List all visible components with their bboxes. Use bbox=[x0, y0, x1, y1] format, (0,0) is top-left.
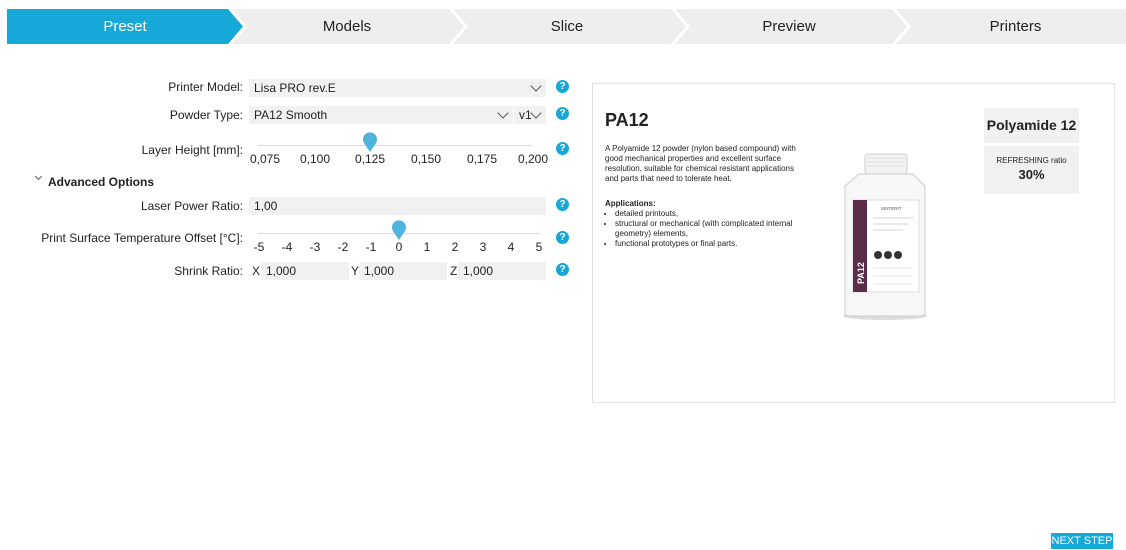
laser-power-input[interactable]: 1,00 bbox=[249, 197, 546, 215]
powder-bottle-image: PA12 SINTERIT bbox=[843, 153, 927, 320]
refreshing-value: 30% bbox=[1018, 167, 1045, 182]
tick-label: 0,125 bbox=[354, 152, 386, 166]
shrink-ratio-label: Shrink Ratio: bbox=[174, 264, 243, 278]
list-item: detailed printouts, bbox=[615, 209, 815, 219]
shrink-z-label: Z bbox=[450, 264, 458, 278]
step-preset[interactable]: Preset bbox=[7, 9, 243, 44]
powder-type-label: Powder Type: bbox=[169, 108, 243, 122]
badge-title: Polyamide 12 bbox=[986, 117, 1077, 133]
advanced-options-label: Advanced Options bbox=[48, 175, 155, 189]
help-icon[interactable]: ? bbox=[556, 142, 569, 155]
material-panel: PA12 A Polyamide 12 powder (nylon based … bbox=[592, 83, 1115, 403]
powder-version-select[interactable]: v1 bbox=[514, 106, 546, 124]
applications-title: Applications: bbox=[605, 199, 656, 208]
chevron-down-icon bbox=[34, 172, 43, 181]
help-icon[interactable]: ? bbox=[556, 107, 569, 120]
step-printers[interactable]: Printers bbox=[905, 9, 1126, 44]
chevron-down-icon bbox=[530, 80, 542, 92]
tick-label: 0,100 bbox=[299, 152, 331, 166]
help-icon[interactable]: ? bbox=[556, 231, 569, 244]
next-step-button[interactable]: NEXT STEP bbox=[1051, 533, 1113, 549]
slider-thumb[interactable] bbox=[362, 132, 378, 152]
shrink-z-input[interactable]: 1,000 bbox=[458, 262, 546, 280]
list-item: functional prototypes or final parts. bbox=[615, 239, 815, 249]
chevron-down-icon bbox=[530, 107, 542, 119]
tick-label: 0,200 bbox=[517, 152, 549, 166]
layer-height-label: Layer Height [mm]: bbox=[141, 143, 243, 157]
tick-label: 0,175 bbox=[466, 152, 498, 166]
temp-offset-label: Print Surface Temperature Offset [°C]: bbox=[41, 231, 243, 245]
shrink-y-label: Y bbox=[351, 264, 360, 278]
powder-type-select[interactable]: PA12 Smooth bbox=[249, 106, 513, 124]
help-icon[interactable]: ? bbox=[556, 263, 569, 276]
shrink-z-value: 1,000 bbox=[463, 264, 494, 278]
material-badge: Polyamide 12 bbox=[984, 108, 1079, 143]
material-title: PA12 bbox=[605, 110, 649, 130]
step-preview[interactable]: Preview bbox=[684, 9, 894, 44]
refreshing-label: REFRESHING ratio bbox=[996, 156, 1067, 165]
tick-label: 5 bbox=[535, 240, 543, 254]
powder-version-value: v1 bbox=[519, 108, 532, 122]
help-icon[interactable]: ? bbox=[556, 198, 569, 211]
bottle-label: PA12 bbox=[856, 262, 866, 284]
shrink-y-input[interactable]: 1,000 bbox=[359, 262, 447, 280]
shrink-x-input[interactable]: 1,000 bbox=[261, 262, 349, 280]
applications-list: detailed printouts, structural or mechan… bbox=[605, 209, 815, 249]
printer-model-label: Printer Model: bbox=[168, 80, 243, 94]
refreshing-ratio-box: REFRESHING ratio 30% bbox=[984, 146, 1079, 194]
printer-model-value: Lisa PRO rev.E bbox=[254, 81, 336, 95]
shrink-x-value: 1,000 bbox=[266, 264, 297, 278]
printer-model-select[interactable]: Lisa PRO rev.E bbox=[249, 79, 546, 97]
powder-type-value: PA12 Smooth bbox=[254, 108, 328, 122]
list-item: structural or mechanical (with complicat… bbox=[615, 219, 815, 239]
help-icon[interactable]: ? bbox=[556, 80, 569, 93]
material-description: A Polyamide 12 powder (nylon based compo… bbox=[605, 144, 796, 183]
tick-label: 0,075 bbox=[249, 152, 281, 166]
shrink-x-label: X bbox=[252, 264, 261, 278]
laser-power-label: Laser Power Ratio: bbox=[140, 199, 243, 213]
laser-power-value: 1,00 bbox=[254, 199, 278, 213]
bottle-brand: SINTERIT bbox=[881, 206, 902, 211]
chevron-down-icon bbox=[497, 107, 509, 119]
wizard-steps: Preset Models Slice Preview Printers bbox=[7, 9, 1126, 44]
slider-track[interactable] bbox=[258, 145, 532, 146]
step-models[interactable]: Models bbox=[242, 9, 452, 44]
slider-thumb[interactable] bbox=[391, 220, 407, 240]
tick-label: 0,150 bbox=[410, 152, 442, 166]
step-slice[interactable]: Slice bbox=[462, 9, 672, 44]
shrink-y-value: 1,000 bbox=[364, 264, 395, 278]
